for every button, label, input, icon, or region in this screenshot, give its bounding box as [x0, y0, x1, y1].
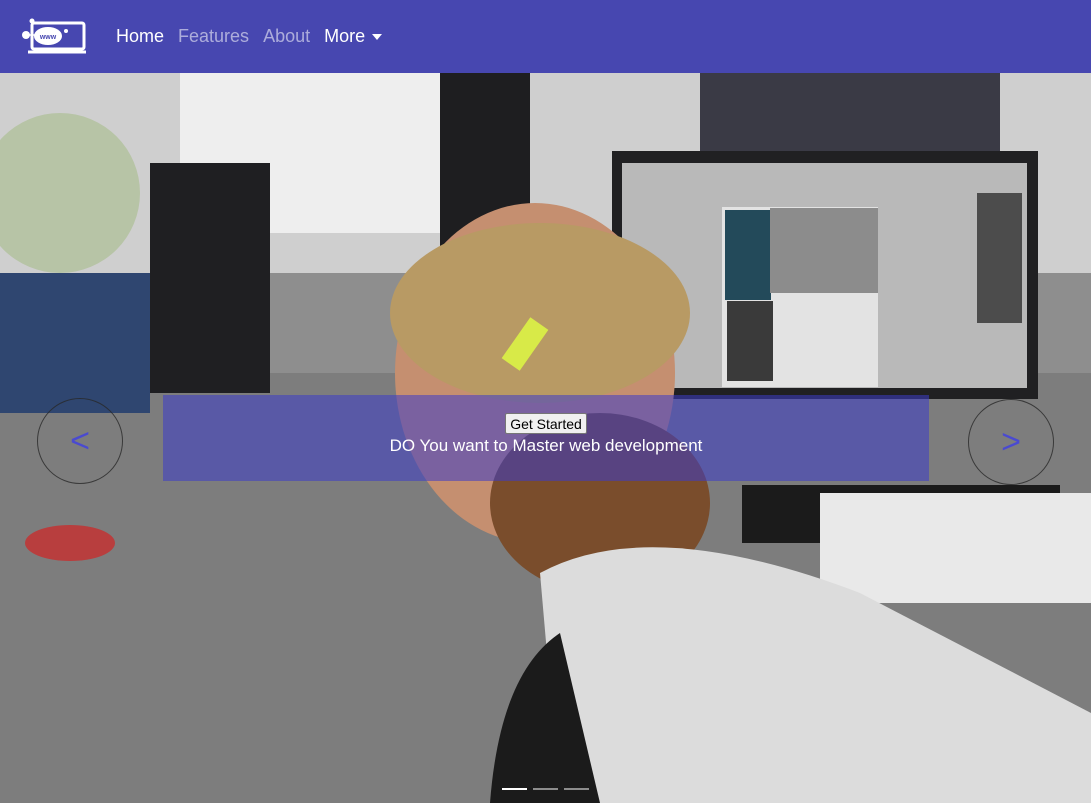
- carousel-next-button[interactable]: >: [968, 399, 1054, 485]
- caret-down-icon: [372, 34, 383, 41]
- nav-more-dropdown[interactable]: More: [324, 26, 383, 47]
- hero-carousel: Get Started DO You want to Master web de…: [0, 73, 1091, 803]
- nav-home[interactable]: Home: [116, 26, 164, 47]
- carousel-indicator[interactable]: [564, 788, 589, 790]
- chevron-left-icon: <: [70, 421, 90, 460]
- nav-about[interactable]: About: [263, 26, 310, 47]
- chevron-right-icon: >: [1001, 422, 1021, 461]
- hero-headline: DO You want to Master web development: [389, 436, 703, 455]
- nav-features[interactable]: Features: [178, 26, 249, 47]
- get-started-button[interactable]: Get Started: [505, 413, 587, 434]
- brand-logo[interactable]: www: [18, 17, 88, 57]
- carousel-indicator[interactable]: [502, 788, 527, 790]
- nav-menu: Home Features About More: [116, 26, 396, 47]
- nav-more-label: More: [324, 26, 366, 46]
- carousel-indicator[interactable]: [533, 788, 558, 790]
- www-logo-icon: www: [22, 18, 86, 53]
- carousel-indicators: [502, 788, 589, 790]
- carousel-prev-button[interactable]: <: [37, 398, 123, 484]
- navbar: www Home Features About More: [0, 0, 1091, 73]
- svg-text:www: www: [39, 34, 57, 41]
